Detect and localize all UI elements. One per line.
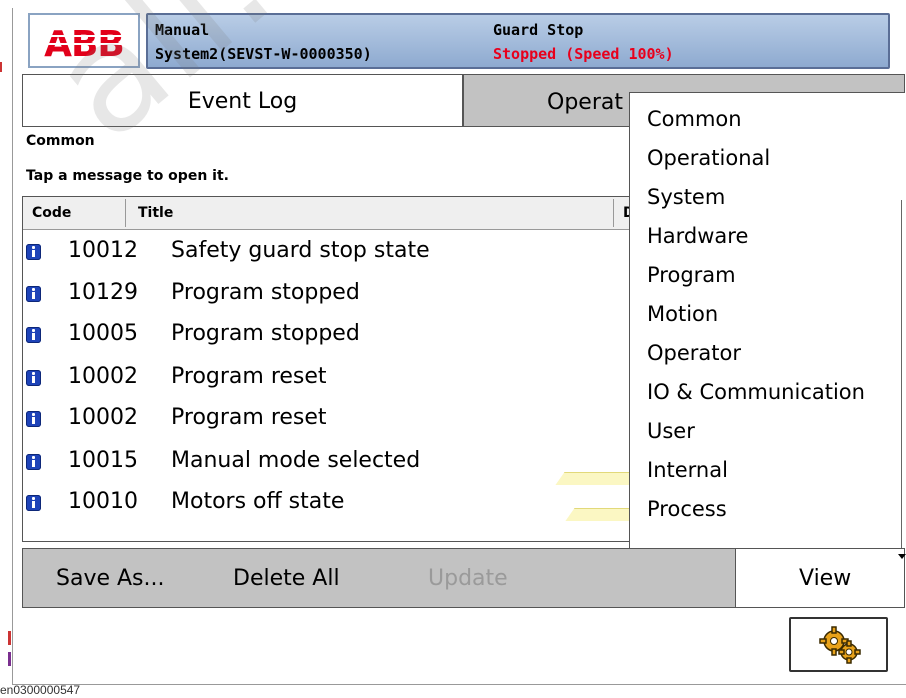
update-button[interactable]: Update <box>428 566 508 591</box>
menu-item-process[interactable]: Process <box>647 497 727 521</box>
event-title: Program stopped <box>171 280 360 305</box>
table-row[interactable]: 10129 Program stopped <box>23 275 628 315</box>
program-status: Stopped (Speed 100%) <box>493 45 674 63</box>
table-row[interactable]: 10002 Program reset <box>23 400 628 440</box>
event-code: 10005 <box>68 321 138 346</box>
info-icon <box>26 411 41 427</box>
info-icon <box>26 495 41 511</box>
table-row[interactable]: 10012 Safety guard stop state <box>23 233 628 273</box>
event-title: Program stopped <box>171 321 360 346</box>
abb-logo: ABB <box>36 24 132 62</box>
gears-icon <box>819 626 861 664</box>
log-category: Common <box>26 133 95 149</box>
tab-label: Operat <box>547 90 623 115</box>
menu-item-io-communication[interactable]: IO & Communication <box>647 380 865 404</box>
menu-item-system[interactable]: System <box>647 185 725 209</box>
event-code: 10002 <box>68 364 138 389</box>
info-icon <box>26 454 41 470</box>
operating-mode: Manual <box>155 21 210 39</box>
event-title: Program reset <box>171 364 327 389</box>
menu-item-motion[interactable]: Motion <box>647 302 718 326</box>
menu-item-operator[interactable]: Operator <box>647 341 741 365</box>
instruction-text: Tap a message to open it. <box>26 168 229 184</box>
column-separator <box>613 199 614 227</box>
system-name: System2(SEVST-W-0000350) <box>155 45 372 63</box>
column-header-title[interactable]: Title <box>138 205 173 221</box>
menu-scrollbar[interactable] <box>901 200 902 548</box>
menu-item-user[interactable]: User <box>647 419 695 443</box>
event-code: 10129 <box>68 280 138 305</box>
table-row[interactable]: 10010 Motors off state <box>23 484 628 524</box>
edge-mark <box>0 62 2 72</box>
tab-label: Event Log <box>187 88 298 114</box>
table-row[interactable]: 10002 Program reset <box>23 359 628 399</box>
view-button-label: View <box>799 566 852 591</box>
menu-item-common[interactable]: Common <box>647 107 742 131</box>
info-icon <box>26 370 41 386</box>
save-as-button[interactable]: Save As... <box>56 566 165 591</box>
event-code: 10002 <box>68 405 138 430</box>
event-title: Safety guard stop state <box>171 238 430 263</box>
event-title: Motors off state <box>171 489 345 514</box>
event-code: 10012 <box>68 238 138 263</box>
menu-item-operational[interactable]: Operational <box>647 146 770 170</box>
event-code: 10010 <box>68 489 138 514</box>
menu-scroll-down-icon[interactable] <box>898 554 906 559</box>
view-menu[interactable]: Common Operational System Hardware Progr… <box>629 92 905 548</box>
controller-state: Guard Stop <box>493 21 584 39</box>
column-header-code[interactable]: Code <box>32 205 71 221</box>
info-icon <box>26 327 41 343</box>
event-title: Manual mode selected <box>171 448 421 473</box>
menu-item-program[interactable]: Program <box>647 263 736 287</box>
table-row[interactable]: 10005 Program stopped <box>23 316 628 356</box>
menu-item-hardware[interactable]: Hardware <box>647 224 748 248</box>
table-row[interactable]: 10015 Manual mode selected <box>23 443 628 483</box>
quickset-button[interactable] <box>789 617 888 672</box>
figure-id: en0300000547 <box>0 683 81 697</box>
edge-mark <box>8 652 11 666</box>
info-icon <box>26 244 41 260</box>
column-header-row <box>23 197 634 230</box>
column-separator <box>125 199 126 227</box>
menu-item-internal[interactable]: Internal <box>647 458 728 482</box>
info-icon <box>26 286 41 302</box>
tab-event-log[interactable]: Event Log <box>22 74 463 127</box>
event-code: 10015 <box>68 448 138 473</box>
edge-mark <box>8 631 11 645</box>
event-title: Program reset <box>171 405 327 430</box>
delete-all-button[interactable]: Delete All <box>233 566 340 591</box>
